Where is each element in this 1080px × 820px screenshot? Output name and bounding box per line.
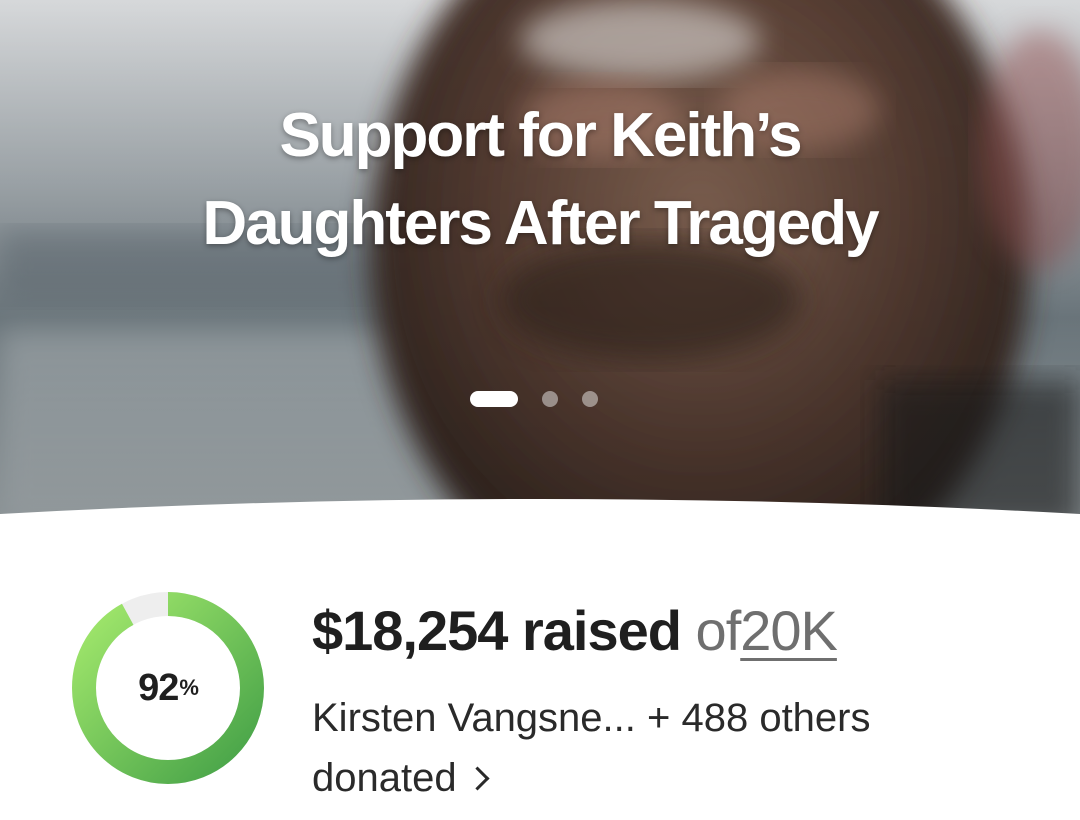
goal-link[interactable]: 20K [740,599,838,662]
donors-text: Kirsten Vangsne... + 488 others donated [312,696,871,800]
carousel-indicator [0,390,1080,408]
carousel-dot-1[interactable] [470,391,518,407]
carousel-dot-2[interactable] [542,391,558,407]
campaign-title: Support for Keith’s Daughters After Trag… [202,101,879,258]
progress-percent: 92% [138,666,199,709]
amount-raised: $18,254 raised of20K [312,596,838,666]
raised-amount: $18,254 raised [312,599,682,662]
campaign-hero[interactable]: Support for Keith’s Daughters After Trag… [0,0,1080,530]
donors-link[interactable]: Kirsten Vangsne... + 488 others donated [312,688,1012,808]
progress-ring: 92% [70,590,266,786]
chevron-right-icon [465,766,490,791]
of-label: of [695,599,742,662]
carousel-dot-3[interactable] [582,391,598,407]
hero-curve-divider [0,499,1080,530]
